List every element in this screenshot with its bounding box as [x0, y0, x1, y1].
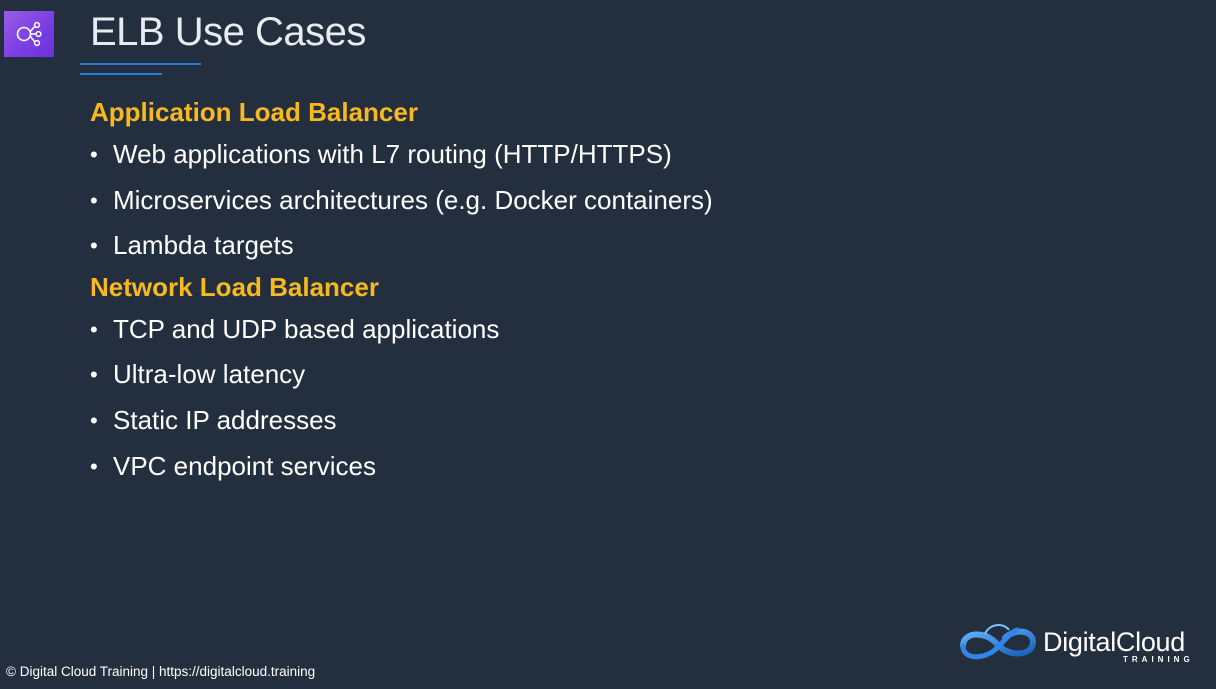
bullet-item: • VPC endpoint services — [90, 444, 990, 490]
bullet-dot-icon: • — [90, 453, 98, 479]
section-heading: Application Load Balancer — [90, 97, 418, 127]
bullet-dot-icon: • — [90, 362, 98, 388]
bullet-item: • Lambda targets — [90, 223, 990, 269]
section-application-load-balancer: Application Load Balancer • Web applicat… — [90, 94, 990, 269]
bullet-text: Static IP addresses — [113, 404, 337, 435]
bullet-dot-icon: • — [90, 142, 98, 167]
bullet-dot-icon: • — [90, 187, 98, 213]
footer-copyright: © Digital Cloud Training | https://digit… — [6, 664, 316, 679]
infinity-cloud-logo-icon — [960, 624, 1037, 660]
bullet-dot-icon: • — [90, 407, 98, 433]
title-underline-long — [80, 63, 201, 65]
section-network-load-balancer: Network Load Balancer • TCP and UDP base… — [90, 269, 990, 489]
slide-title: ELB Use Cases — [90, 10, 366, 54]
logo-name: DigitalCloud — [1043, 627, 1185, 657]
slide: ELB Use Cases Application Load Balancer … — [0, 0, 1216, 689]
bullet-item: • Microservices architectures (e.g. Dock… — [90, 178, 990, 224]
slide-content: Application Load Balancer • Web applicat… — [90, 94, 990, 489]
bullet-text: TCP and UDP based applications — [113, 313, 500, 344]
bullet-item: • Web applications with L7 routing (HTTP… — [90, 132, 990, 178]
bullet-list: • TCP and UDP based applications • Ultra… — [90, 307, 990, 489]
bullet-text: VPC endpoint services — [113, 450, 377, 481]
bullet-text: Microservices architectures (e.g. Docker… — [113, 184, 713, 215]
bullet-text: Lambda targets — [113, 230, 294, 261]
title-underline-short — [80, 73, 162, 75]
bullet-dot-icon: • — [90, 316, 98, 342]
bullet-text: Ultra-low latency — [113, 359, 306, 390]
bullet-dot-icon: • — [90, 233, 98, 259]
digitalcloud-logo: DigitalCloud TRAINING — [955, 618, 1205, 670]
bullet-list: • Web applications with L7 routing (HTTP… — [90, 132, 990, 269]
bullet-item: • Static IP addresses — [90, 398, 990, 444]
bullet-text: Web applications with L7 routing (HTTP/H… — [113, 139, 672, 169]
section-heading: Network Load Balancer — [90, 271, 379, 302]
bullet-item: • Ultra-low latency — [90, 352, 990, 398]
bullet-item: • TCP and UDP based applications — [90, 307, 990, 353]
logo-subtitle: TRAINING — [1123, 655, 1194, 664]
elastic-load-balancing-icon — [4, 11, 54, 57]
